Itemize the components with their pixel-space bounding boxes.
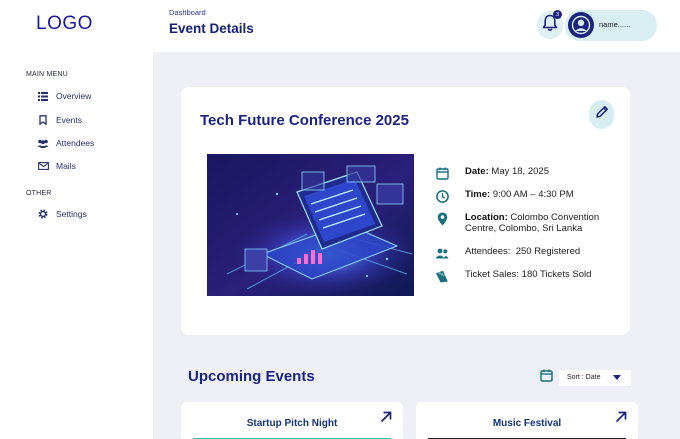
- sidebar-item-label: Attendees: [56, 138, 95, 148]
- sidebar-item-mails[interactable]: Mails: [37, 159, 76, 173]
- event-location: Location: Colombo Convention Centre, Col…: [465, 212, 600, 234]
- breadcrumb[interactable]: Dashboard: [169, 8, 206, 17]
- other-heading: OTHER: [26, 190, 52, 197]
- sort-label: Sort : Date: [567, 374, 601, 381]
- user-profile-button[interactable]: name......: [565, 10, 657, 41]
- notifications-button[interactable]: 3: [537, 10, 563, 39]
- edit-button[interactable]: [589, 100, 614, 129]
- event-time: Time: 9:00 AM – 4:30 PM: [465, 189, 574, 200]
- event-date-row: Date: May 18, 2025: [435, 166, 549, 180]
- calendar-filter-button[interactable]: [539, 369, 554, 387]
- upcoming-event-card[interactable]: Startup Pitch Night: [181, 402, 403, 439]
- people-icon: [37, 137, 49, 149]
- location-pin-icon: [435, 212, 449, 226]
- upcoming-event-title: Startup Pitch Night: [246, 418, 338, 429]
- avatar: [568, 12, 594, 38]
- event-ticket-sales: Ticket Sales: 180 Tickets Sold: [465, 269, 592, 280]
- pencil-icon: [595, 105, 609, 124]
- sidebar-item-settings[interactable]: Settings: [37, 207, 87, 221]
- ticket-icon: [435, 269, 449, 283]
- upcoming-event-card[interactable]: Music Festival: [416, 402, 638, 439]
- event-location-row: Location: Colombo Convention Centre, Col…: [435, 212, 615, 234]
- main-menu-heading: MAIN MENU: [26, 71, 68, 78]
- event-ticket-sales-row: Ticket Sales: 180 Tickets Sold: [435, 269, 591, 283]
- arrow-up-right-icon[interactable]: [614, 410, 628, 424]
- user-name: name......: [599, 20, 631, 29]
- gear-icon: [37, 208, 49, 220]
- sidebar: LOGO MAIN MENU Overview Events Attendees…: [0, 0, 153, 439]
- sidebar-item-label: Overview: [56, 91, 92, 101]
- event-card: Tech Future Conference 2025 Date: May 18…: [181, 87, 630, 335]
- main-content: Tech Future Conference 2025 Date: May 18…: [153, 52, 680, 439]
- sidebar-item-attendees[interactable]: Attendees: [37, 136, 94, 150]
- sidebar-item-label: Mails: [56, 161, 76, 171]
- list-icon: [37, 90, 49, 102]
- bookmark-icon: [37, 114, 49, 126]
- upcoming-event-title: Music Festival: [492, 418, 562, 429]
- calendar-icon: [540, 369, 553, 387]
- mail-icon: [37, 160, 49, 172]
- sidebar-item-label: Events: [56, 115, 82, 125]
- event-time-row: Time: 9:00 AM – 4:30 PM: [435, 189, 574, 203]
- sort-dropdown[interactable]: Sort : Date: [559, 370, 631, 386]
- user-icon: [571, 15, 591, 35]
- arrow-up-right-icon[interactable]: [379, 410, 393, 424]
- logo[interactable]: LOGO: [36, 13, 93, 35]
- event-image: [207, 154, 414, 296]
- event-date: Date: May 18, 2025: [465, 166, 549, 177]
- clock-icon: [435, 189, 449, 203]
- event-title: Tech Future Conference 2025: [200, 112, 409, 129]
- top-bar: Dashboard Event Details 3 name......: [153, 0, 680, 52]
- calendar-icon: [435, 166, 449, 180]
- sidebar-item-overview[interactable]: Overview: [37, 89, 91, 103]
- page-title: Event Details: [169, 21, 254, 36]
- event-attendees-row: Attendees: 250 Registered: [435, 246, 580, 260]
- sidebar-item-events[interactable]: Events: [37, 113, 82, 127]
- upcoming-events-title: Upcoming Events: [188, 368, 315, 385]
- sidebar-item-label: Settings: [56, 209, 87, 219]
- people-icon: [435, 246, 449, 260]
- event-attendees: Attendees: 250 Registered: [465, 246, 581, 257]
- notification-badge: 3: [553, 10, 562, 19]
- caret-down-icon: [613, 375, 621, 380]
